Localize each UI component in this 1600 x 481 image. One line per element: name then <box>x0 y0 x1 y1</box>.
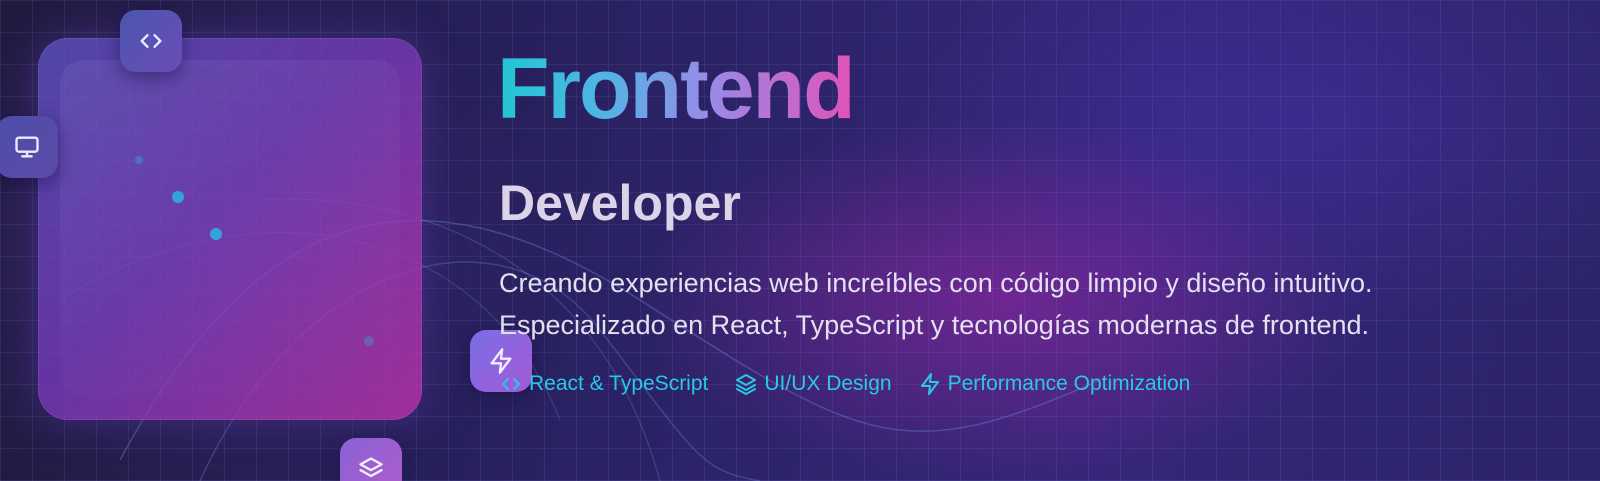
monitor-icon <box>15 136 39 158</box>
skill-ui-ux-design: UI/UX Design <box>734 372 892 396</box>
description-line: Especializado en React, TypeScript y tec… <box>499 310 1370 340</box>
skill-react-typescript: React & TypeScript <box>499 372 708 396</box>
hero-description: Creando experiencias web increíbles con … <box>499 262 1559 346</box>
hero-subtitle: Developer <box>499 175 741 231</box>
zap-icon <box>920 373 939 395</box>
skill-label: UI/UX Design <box>764 372 892 395</box>
floating-monitor-badge <box>0 116 58 178</box>
layers-icon <box>736 374 757 395</box>
description-line: Creando experiencias web increíbles con … <box>499 268 1373 298</box>
skill-performance-optimization: Performance Optimization <box>918 372 1191 396</box>
decorative-dot <box>172 191 184 203</box>
skills-list: React & TypeScript UI/UX Design Performa… <box>499 372 1190 396</box>
floating-layers-badge <box>340 438 402 481</box>
layers-icon <box>359 457 383 478</box>
hero-title: Frontend <box>497 41 856 137</box>
decorative-dot <box>364 336 374 346</box>
skill-label: Performance Optimization <box>947 372 1191 395</box>
floating-code-badge <box>120 10 182 72</box>
code-icon <box>502 378 520 390</box>
code-icon <box>140 34 162 48</box>
hero-card-inner <box>60 60 400 398</box>
hero-card <box>38 38 422 420</box>
decorative-dot <box>210 228 222 240</box>
decorative-dot <box>135 156 143 164</box>
zap-icon <box>490 348 512 374</box>
skill-label: React & TypeScript <box>529 372 709 395</box>
